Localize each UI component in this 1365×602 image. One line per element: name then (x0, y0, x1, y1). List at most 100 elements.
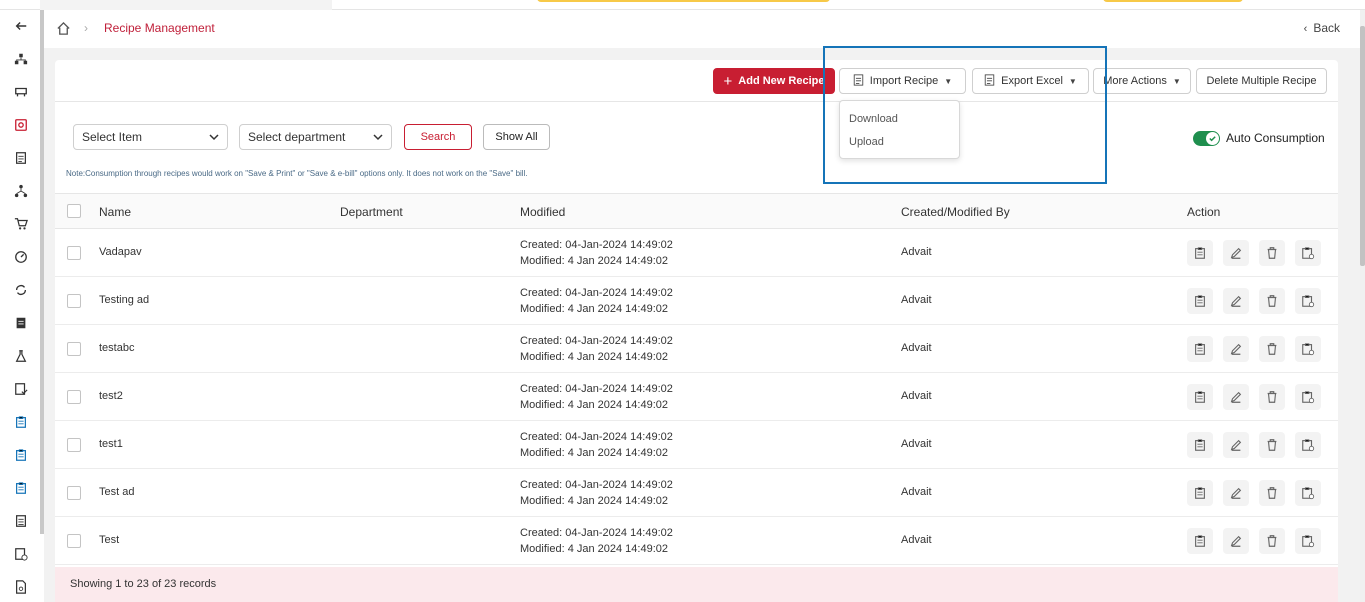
copy-recipe-button[interactable] (1295, 288, 1321, 314)
delete-button[interactable] (1259, 384, 1285, 410)
copy-recipe-button[interactable] (1295, 480, 1321, 506)
copy-recipe-button[interactable] (1295, 528, 1321, 554)
view-icon (1193, 438, 1207, 452)
recipe-name: Test ad (99, 486, 135, 498)
back-link[interactable]: ‹ Back (1304, 21, 1340, 35)
add-new-recipe-label: Add New Recipe (738, 75, 825, 87)
modified-by: Advait (901, 342, 932, 354)
view-icon (1193, 390, 1207, 404)
column-header: Modified (520, 205, 566, 219)
edit-icon (1229, 342, 1243, 356)
modified-by: Advait (901, 390, 932, 402)
recipe-icon[interactable] (13, 117, 29, 133)
flask-icon[interactable] (13, 348, 29, 364)
checklist-icon[interactable] (13, 381, 29, 397)
modified-date: Modified: 4 Jan 2024 14:49:02 (520, 543, 669, 555)
row-checkbox[interactable] (67, 438, 81, 452)
modified-date: Modified: 4 Jan 2024 14:49:02 (520, 303, 669, 315)
view-button[interactable] (1187, 336, 1213, 362)
row-checkbox[interactable] (67, 486, 81, 500)
view-button[interactable] (1187, 528, 1213, 554)
file-icon[interactable] (13, 579, 29, 595)
copy-recipe-button[interactable] (1295, 336, 1321, 362)
row-checkbox[interactable] (67, 390, 81, 404)
caret-down-icon: ▼ (1172, 76, 1181, 86)
page-scrollbar[interactable] (1360, 10, 1365, 602)
consumption-note: Note:Consumption through recipes would w… (66, 169, 528, 178)
tray-icon[interactable] (13, 84, 29, 100)
view-icon (1193, 534, 1207, 548)
more-actions-button[interactable]: More Actions ▼ (1093, 68, 1191, 94)
delete-button[interactable] (1259, 288, 1285, 314)
delete-icon (1265, 342, 1279, 356)
invoice-icon[interactable] (13, 513, 29, 529)
created-date: Created: 04-Jan-2024 14:49:02 (520, 383, 673, 395)
copy-recipe-icon (1301, 246, 1315, 260)
top-strip-pill (537, 0, 830, 2)
show-all-button[interactable]: Show All (483, 124, 550, 150)
delete-button[interactable] (1259, 432, 1285, 458)
select-department-dropdown[interactable]: Select department (239, 124, 392, 150)
select-all-checkbox[interactable] (67, 204, 81, 218)
edit-button[interactable] (1223, 384, 1249, 410)
more-actions-label: More Actions (1103, 75, 1167, 87)
auto-consumption-toggle[interactable] (1193, 131, 1220, 146)
report-icon[interactable] (13, 315, 29, 331)
modified-date: Modified: 4 Jan 2024 14:49:02 (520, 255, 669, 267)
records-count: Showing 1 to 23 of 23 records (70, 578, 217, 590)
copy-recipe-button[interactable] (1295, 384, 1321, 410)
view-button[interactable] (1187, 240, 1213, 266)
document-list-icon[interactable] (13, 150, 29, 166)
view-icon (1193, 486, 1207, 500)
edit-button[interactable] (1223, 336, 1249, 362)
edit-icon (1229, 246, 1243, 260)
view-button[interactable] (1187, 384, 1213, 410)
delete-button[interactable] (1259, 240, 1285, 266)
copy-recipe-button[interactable] (1295, 240, 1321, 266)
org-chart-icon[interactable] (13, 51, 29, 67)
edit-button[interactable] (1223, 288, 1249, 314)
cart-icon[interactable] (13, 216, 29, 232)
delete-button[interactable] (1259, 480, 1285, 506)
column-header: Department (340, 205, 403, 219)
network-icon[interactable] (13, 183, 29, 199)
copy-recipe-icon (1301, 486, 1315, 500)
delete-icon (1265, 534, 1279, 548)
breadcrumb: › Recipe Management ‹ Back (44, 10, 1360, 48)
select-item-dropdown[interactable]: Select Item (73, 124, 228, 150)
home-icon[interactable] (56, 21, 71, 41)
search-button[interactable]: Search (404, 124, 472, 150)
view-button[interactable] (1187, 480, 1213, 506)
edit-button[interactable] (1223, 240, 1249, 266)
copy-recipe-button[interactable] (1295, 432, 1321, 458)
delete-button[interactable] (1259, 528, 1285, 554)
dashboard-gauge-icon[interactable] (13, 249, 29, 265)
add-new-recipe-button[interactable]: + Add New Recipe (713, 68, 835, 94)
modified-by: Advait (901, 534, 932, 546)
edit-button[interactable] (1223, 480, 1249, 506)
delete-button[interactable] (1259, 336, 1285, 362)
clipboard-blue-icon[interactable] (13, 480, 29, 496)
table-row: testabc Created: 04-Jan-2024 14:49:02 Modi… (55, 325, 1338, 373)
clipboard-blue-icon[interactable] (13, 447, 29, 463)
row-checkbox[interactable] (67, 294, 81, 308)
row-checkbox[interactable] (67, 342, 81, 356)
scrollbar-thumb[interactable] (1360, 26, 1365, 266)
clipboard-blue-icon[interactable] (13, 414, 29, 430)
sync-icon[interactable] (13, 282, 29, 298)
table-row: test1 Created: 04-Jan-2024 14:49:02 Modifi… (55, 421, 1338, 469)
view-button[interactable] (1187, 288, 1213, 314)
edit-button[interactable] (1223, 432, 1249, 458)
edit-button[interactable] (1223, 528, 1249, 554)
modified-info: Created: 04-Jan-2024 14:49:02 Modified: 4… (520, 477, 673, 509)
back-arrow-icon[interactable] (13, 18, 29, 34)
row-checkbox[interactable] (67, 534, 81, 548)
modified-date: Modified: 4 Jan 2024 14:49:02 (520, 447, 669, 459)
modified-by: Advait (901, 486, 932, 498)
table-header: Name Department Modified Created/Modifie… (55, 193, 1338, 229)
document-check-icon[interactable] (13, 546, 29, 562)
delete-multiple-recipe-button[interactable]: Delete Multiple Recipe (1196, 68, 1327, 94)
copy-recipe-icon (1301, 438, 1315, 452)
view-button[interactable] (1187, 432, 1213, 458)
row-checkbox[interactable] (67, 246, 81, 260)
